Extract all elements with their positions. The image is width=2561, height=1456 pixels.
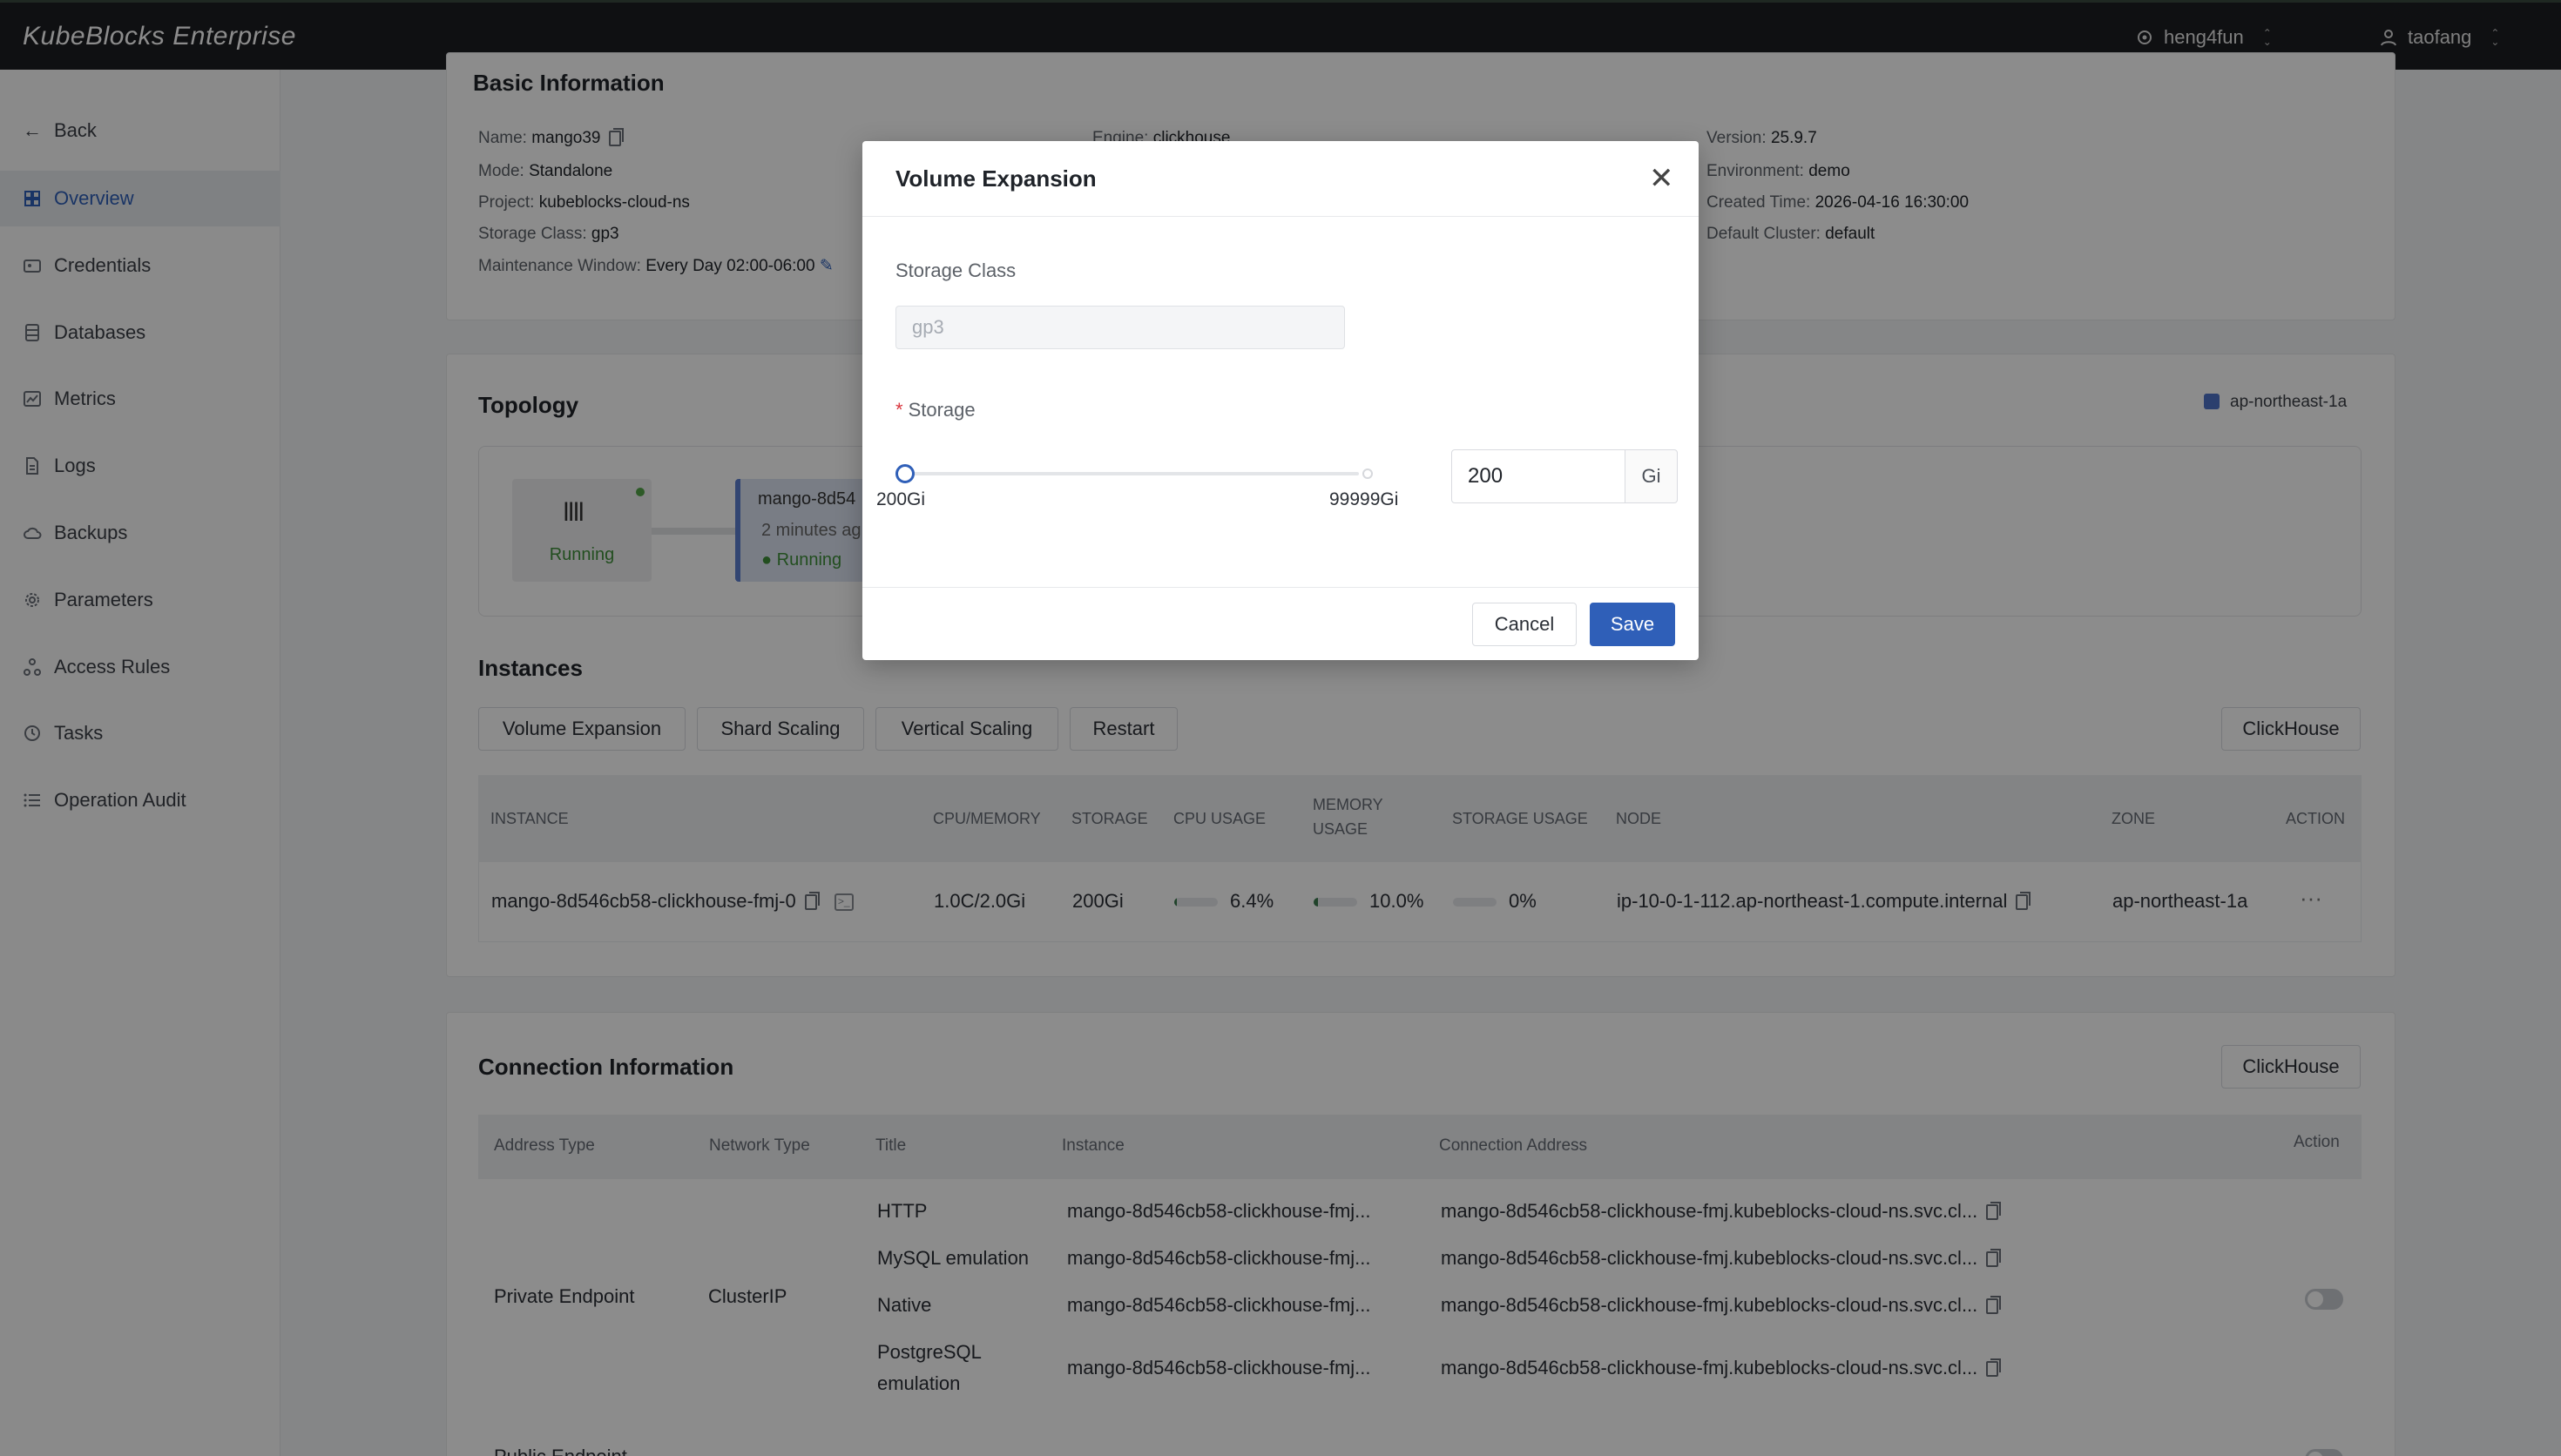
close-icon[interactable]: ✕ (1649, 164, 1674, 193)
storage-label: * Storage (895, 399, 976, 421)
storage-input[interactable]: 200 (1451, 449, 1625, 503)
storage-class-label: Storage Class (895, 260, 1017, 281)
slider-min-label: 200Gi (876, 489, 926, 509)
storage-class-input: gp3 (895, 306, 1345, 349)
storage-unit: Gi (1625, 449, 1678, 503)
slider-max-label: 99999Gi (1329, 489, 1399, 509)
storage-slider-track[interactable] (904, 472, 1359, 475)
dialog-header-divider (862, 216, 1699, 217)
dialog-footer-divider (862, 587, 1699, 588)
cancel-button[interactable]: Cancel (1472, 603, 1577, 646)
save-button[interactable]: Save (1590, 603, 1675, 646)
storage-slider-handle[interactable] (895, 464, 915, 483)
volume-expansion-dialog: Volume Expansion ✕ Storage Class gp3 * St… (862, 141, 1699, 660)
dialog-title: Volume Expansion (895, 165, 1097, 192)
storage-slider-max-dot (1362, 468, 1373, 479)
app-root: KubeBlocks Enterprise heng4fun ⌃ ⌄ taofan… (0, 0, 2561, 1456)
required-mark: * (895, 399, 903, 421)
